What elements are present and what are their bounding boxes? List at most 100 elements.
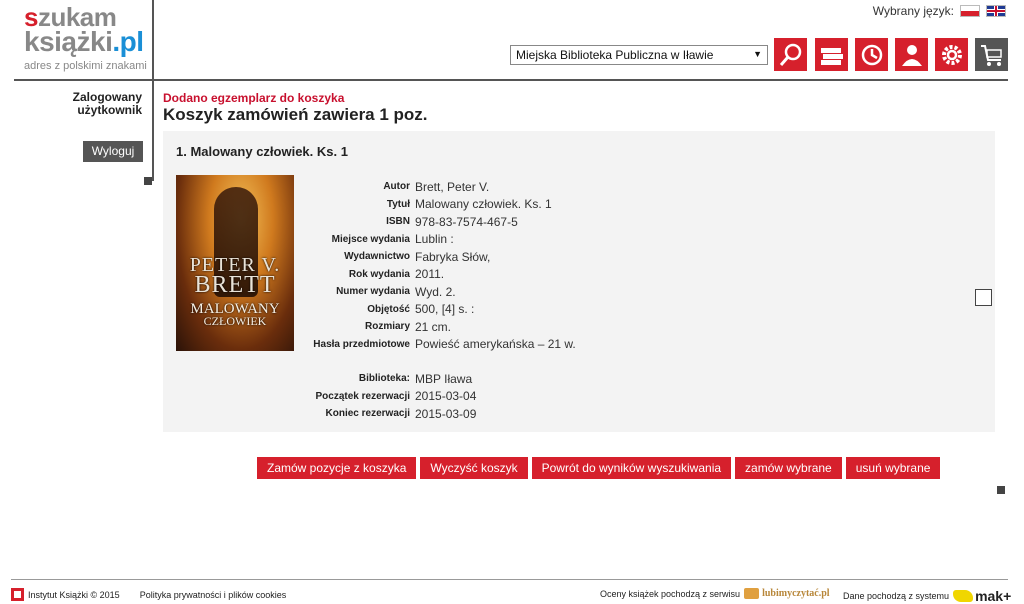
meta-value: 2015-03-04 — [415, 389, 477, 404]
footer-divider — [11, 579, 1008, 580]
meta-label: Biblioteka: — [358, 373, 410, 385]
logout-button[interactable]: Wyloguj — [83, 141, 143, 162]
library-select[interactable]: Miejska Biblioteka Publiczna w Iławie ▼ — [510, 45, 768, 65]
sidebar: Zalogowany użytkownik Wyloguj — [14, 81, 154, 181]
logo-tagline: adres z polskimi znakami — [24, 60, 147, 72]
site-logo[interactable]: szukam książki.pl adres z polskimi znaka… — [14, 0, 154, 80]
meta-value: 21 cm. — [415, 319, 452, 334]
header-divider — [14, 79, 1008, 81]
meta-row: Rozmiary 21 cm. — [293, 318, 576, 336]
meta-label: Miejsce wydania — [331, 233, 410, 245]
meta-row: Numer wydania Wyd. 2. — [293, 283, 576, 301]
cover-author: PETER V. BRETT — [176, 255, 294, 298]
data-source-text: Dane pochodzą z systemu — [843, 591, 950, 601]
cover-title-bottom: CZŁOWIEK — [203, 314, 267, 328]
order-cart-button[interactable]: Zamów pozycje z koszyka — [257, 457, 417, 479]
search-icon — [779, 43, 801, 66]
history-icon — [861, 44, 882, 65]
item-select-checkbox[interactable] — [975, 289, 992, 306]
meta-label: Rozmiary — [364, 321, 410, 333]
cart-button[interactable] — [975, 38, 1008, 71]
sidebar-resize-handle[interactable] — [144, 177, 152, 185]
settings-icon — [941, 44, 962, 65]
logo-tld: .pl — [112, 26, 144, 57]
privacy-link[interactable]: Polityka prywatności i plików cookies — [140, 590, 287, 600]
meta-value: Malowany człowiek. Ks. 1 — [415, 197, 552, 212]
cart-added-message: Dodano egzemplarz do koszyka — [163, 91, 345, 105]
meta-row: Wydawnictwo Fabryka Słów, — [293, 248, 576, 266]
cover-title: MALOWANY CZŁOWIEK — [176, 302, 294, 328]
item-title[interactable]: 1. Malowany człowiek. Ks. 1 — [176, 144, 348, 159]
meta-row: Rok wydania 2011. — [293, 266, 576, 284]
books-button[interactable] — [815, 38, 848, 71]
settings-button[interactable] — [935, 38, 968, 71]
instytut-ksiazki-logo-icon[interactable] — [11, 588, 24, 601]
language-picker: Wybrany język: — [873, 4, 1006, 18]
back-to-results-button[interactable]: Powrót do wyników wyszukiwania — [531, 457, 732, 479]
english-flag-icon[interactable] — [986, 5, 1006, 17]
polish-flag-icon[interactable] — [960, 5, 980, 17]
footer-copyright: Instytut Książki © 2015 — [28, 589, 120, 600]
meta-label: Tytuł — [386, 198, 410, 210]
item-metadata: Autor Brett, Peter V. Tytuł Malowany człow… — [293, 178, 576, 423]
meta-row: Tytuł Malowany człowiek. Ks. 1 — [293, 196, 576, 214]
mak-icon — [953, 590, 974, 602]
meta-label: Numer wydania — [336, 286, 410, 298]
logged-user-label: Zalogowany użytkownik — [72, 90, 142, 117]
reservation-row: Początek rezerwacji 2015-03-04 — [293, 388, 576, 406]
meta-value: Powieść amerykańska – 21 w. — [415, 337, 576, 352]
user-icon — [901, 44, 922, 66]
meta-label: ISBN — [386, 216, 410, 228]
remove-selected-button[interactable]: usuń wybrane — [845, 457, 941, 479]
meta-label: Autor — [383, 181, 410, 193]
lubimyczytac-logo[interactable]: lubimyczytać.pl — [744, 588, 830, 599]
mak-logo[interactable]: mak+ — [953, 588, 1011, 604]
order-selected-button[interactable]: zamów wybrane — [735, 457, 842, 479]
footer-left: Instytut Książki © 2015 Polityka prywatn… — [11, 588, 286, 601]
meta-row: Autor Brett, Peter V. — [293, 178, 576, 196]
meta-value: 500, [4] s. : — [415, 302, 475, 317]
history-button[interactable] — [855, 38, 888, 71]
book-cover-image[interactable]: PETER V. BRETT MALOWANY CZŁOWIEK — [176, 175, 294, 351]
meta-label: Objętość — [367, 303, 410, 315]
meta-row: ISBN 978-83-7574-467-5 — [293, 213, 576, 231]
page-title: Koszyk zamówień zawiera 1 poz. — [163, 105, 428, 124]
library-select-value: Miejska Biblioteka Publiczna w Iławie — [516, 48, 714, 62]
language-label: Wybrany język: — [872, 4, 954, 18]
lubimyczytac-logo-text: lubimyczytać.pl — [762, 588, 830, 599]
book-icon — [744, 588, 760, 599]
meta-value: MBP Iława — [415, 371, 473, 386]
user-button[interactable] — [895, 38, 928, 71]
page: szukam książki.pl adres z polskimi znaka… — [0, 0, 1024, 604]
clear-cart-button[interactable]: Wyczyść koszyk — [420, 457, 528, 479]
meta-label: Wydawnictwo — [344, 251, 410, 263]
content-resize-handle[interactable] — [997, 486, 1005, 494]
footer-ratings: Oceny książek pochodzą z serwisu lubimyc… — [600, 588, 830, 599]
meta-label: Koniec rezerwacji — [325, 408, 410, 420]
cart-icon — [980, 44, 1002, 66]
meta-value: Brett, Peter V. — [415, 179, 490, 194]
footer-source: Dane pochodzą z systemu mak+ — [843, 588, 1011, 604]
meta-label: Rok wydania — [348, 268, 410, 280]
search-button[interactable] — [774, 38, 807, 71]
meta-value: Wyd. 2. — [415, 284, 456, 299]
cart-actions: Zamów pozycje z koszyka Wyczyść koszyk P… — [257, 457, 941, 479]
meta-row: Miejsce wydania Lublin : — [293, 231, 576, 249]
meta-value: Lublin : — [415, 232, 454, 247]
meta-value: 978-83-7574-467-5 — [415, 214, 518, 229]
meta-spacer — [293, 353, 576, 370]
meta-label: Początek rezerwacji — [315, 390, 411, 402]
meta-value: 2015-03-09 — [415, 406, 477, 421]
books-icon — [820, 47, 843, 65]
reservation-row: Biblioteka: MBP Iława — [293, 370, 576, 388]
meta-row: Objętość 500, [4] s. : — [293, 301, 576, 319]
logo-word-2: książki — [24, 26, 113, 57]
meta-value: Fabryka Słów, — [415, 249, 491, 264]
ratings-text: Oceny książek pochodzą z serwisu — [600, 588, 741, 599]
cover-author-last: BRETT — [194, 272, 276, 298]
cart-item: 1. Malowany człowiek. Ks. 1 PETER V. BRE… — [163, 131, 995, 432]
meta-value: 2011. — [415, 267, 445, 282]
chevron-down-icon: ▼ — [753, 49, 762, 59]
mak-logo-text: mak+ — [975, 588, 1012, 604]
reservation-row: Koniec rezerwacji 2015-03-09 — [293, 405, 576, 423]
